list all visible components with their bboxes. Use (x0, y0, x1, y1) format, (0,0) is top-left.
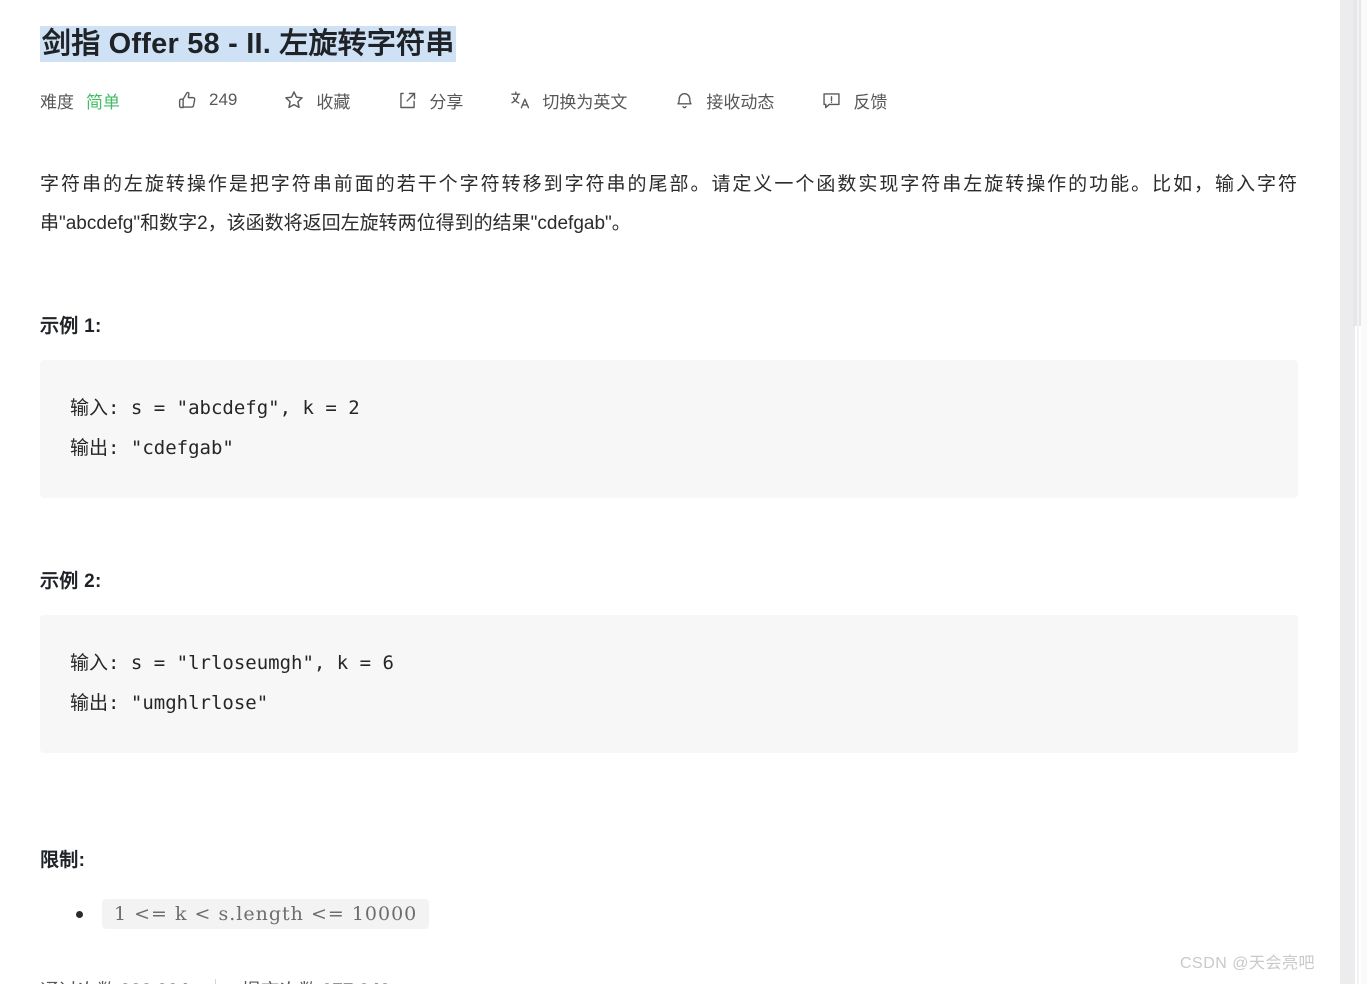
problem-stats: 通过次数 228,984 提交次数 277,849 (40, 974, 1297, 984)
right-gutter (1327, 0, 1367, 984)
list-item: 1 <= k < s.length <= 10000 (76, 897, 1297, 932)
translate-icon (509, 89, 531, 111)
passed-value: 228,984 (120, 981, 189, 984)
example-2-code: 输入: s = "lrloseumgh", k = 6 输出: "umghlrl… (40, 615, 1298, 753)
example-1-heading: 示例 1: (40, 316, 102, 337)
problem-description: 字符串的左旋转操作是把字符串前面的若干个字符转移到字符串的尾部。请定义一个函数实… (40, 174, 1297, 234)
feedback-label: 反馈 (853, 92, 888, 112)
title-row: 剑指 Offer 58 - II. 左旋转字符串 (40, 0, 1297, 66)
like-count: 249 (209, 90, 238, 109)
example-1-code: 输入: s = "abcdefg", k = 2 输出: "cdefgab" (40, 360, 1298, 498)
problem-meta-toolbar: 难度 简单 249 收藏 分享 切换为英文 接收动态 反馈 (40, 83, 1297, 117)
difficulty-label: 难度 (40, 92, 74, 112)
bell-icon (673, 89, 695, 111)
difficulty-indicator: 难度 简单 (40, 88, 120, 113)
translate-label: 切换为英文 (542, 92, 628, 112)
favorite-label: 收藏 (316, 92, 351, 112)
problem-page: 剑指 Offer 58 - II. 左旋转字符串 难度 简单 249 收藏 分享… (0, 0, 1327, 984)
submitted-count: 提交次数 277,849 (242, 976, 391, 984)
share-label: 分享 (429, 92, 464, 112)
passed-count: 通过次数 228,984 (40, 976, 189, 984)
limits-heading: 限制: (40, 850, 86, 871)
subscribe-label: 接收动态 (706, 92, 775, 112)
page-title: 剑指 Offer 58 - II. 左旋转字符串 (40, 26, 457, 62)
problem-content: 剑指 Offer 58 - II. 左旋转字符串 难度 简单 249 收藏 分享… (0, 0, 1327, 984)
limit-code: 1 <= k < s.length <= 10000 (102, 899, 430, 929)
share-icon (396, 89, 418, 111)
like-button[interactable]: 249 (176, 89, 237, 111)
translate-button[interactable]: 切换为英文 (509, 88, 627, 113)
submitted-value: 277,849 (322, 981, 391, 984)
gutter-edge (1361, 0, 1367, 984)
subscribe-button[interactable]: 接收动态 (673, 88, 774, 113)
gutter-divider (1357, 0, 1359, 984)
feedback-button[interactable]: 反馈 (820, 88, 887, 113)
thumbs-up-icon (176, 89, 198, 111)
feedback-icon (820, 89, 842, 111)
star-icon (283, 89, 305, 111)
difficulty-value: 简单 (86, 92, 120, 112)
submitted-label: 提交次数 (242, 981, 318, 984)
stats-divider (214, 979, 216, 984)
limits-list: 1 <= k < s.length <= 10000 (40, 897, 1297, 932)
scrollbar-track[interactable] (1340, 0, 1367, 984)
passed-label: 通过次数 (40, 981, 116, 984)
share-button[interactable]: 分享 (396, 88, 463, 113)
favorite-button[interactable]: 收藏 (283, 88, 350, 113)
example-2-heading: 示例 2: (40, 571, 102, 592)
